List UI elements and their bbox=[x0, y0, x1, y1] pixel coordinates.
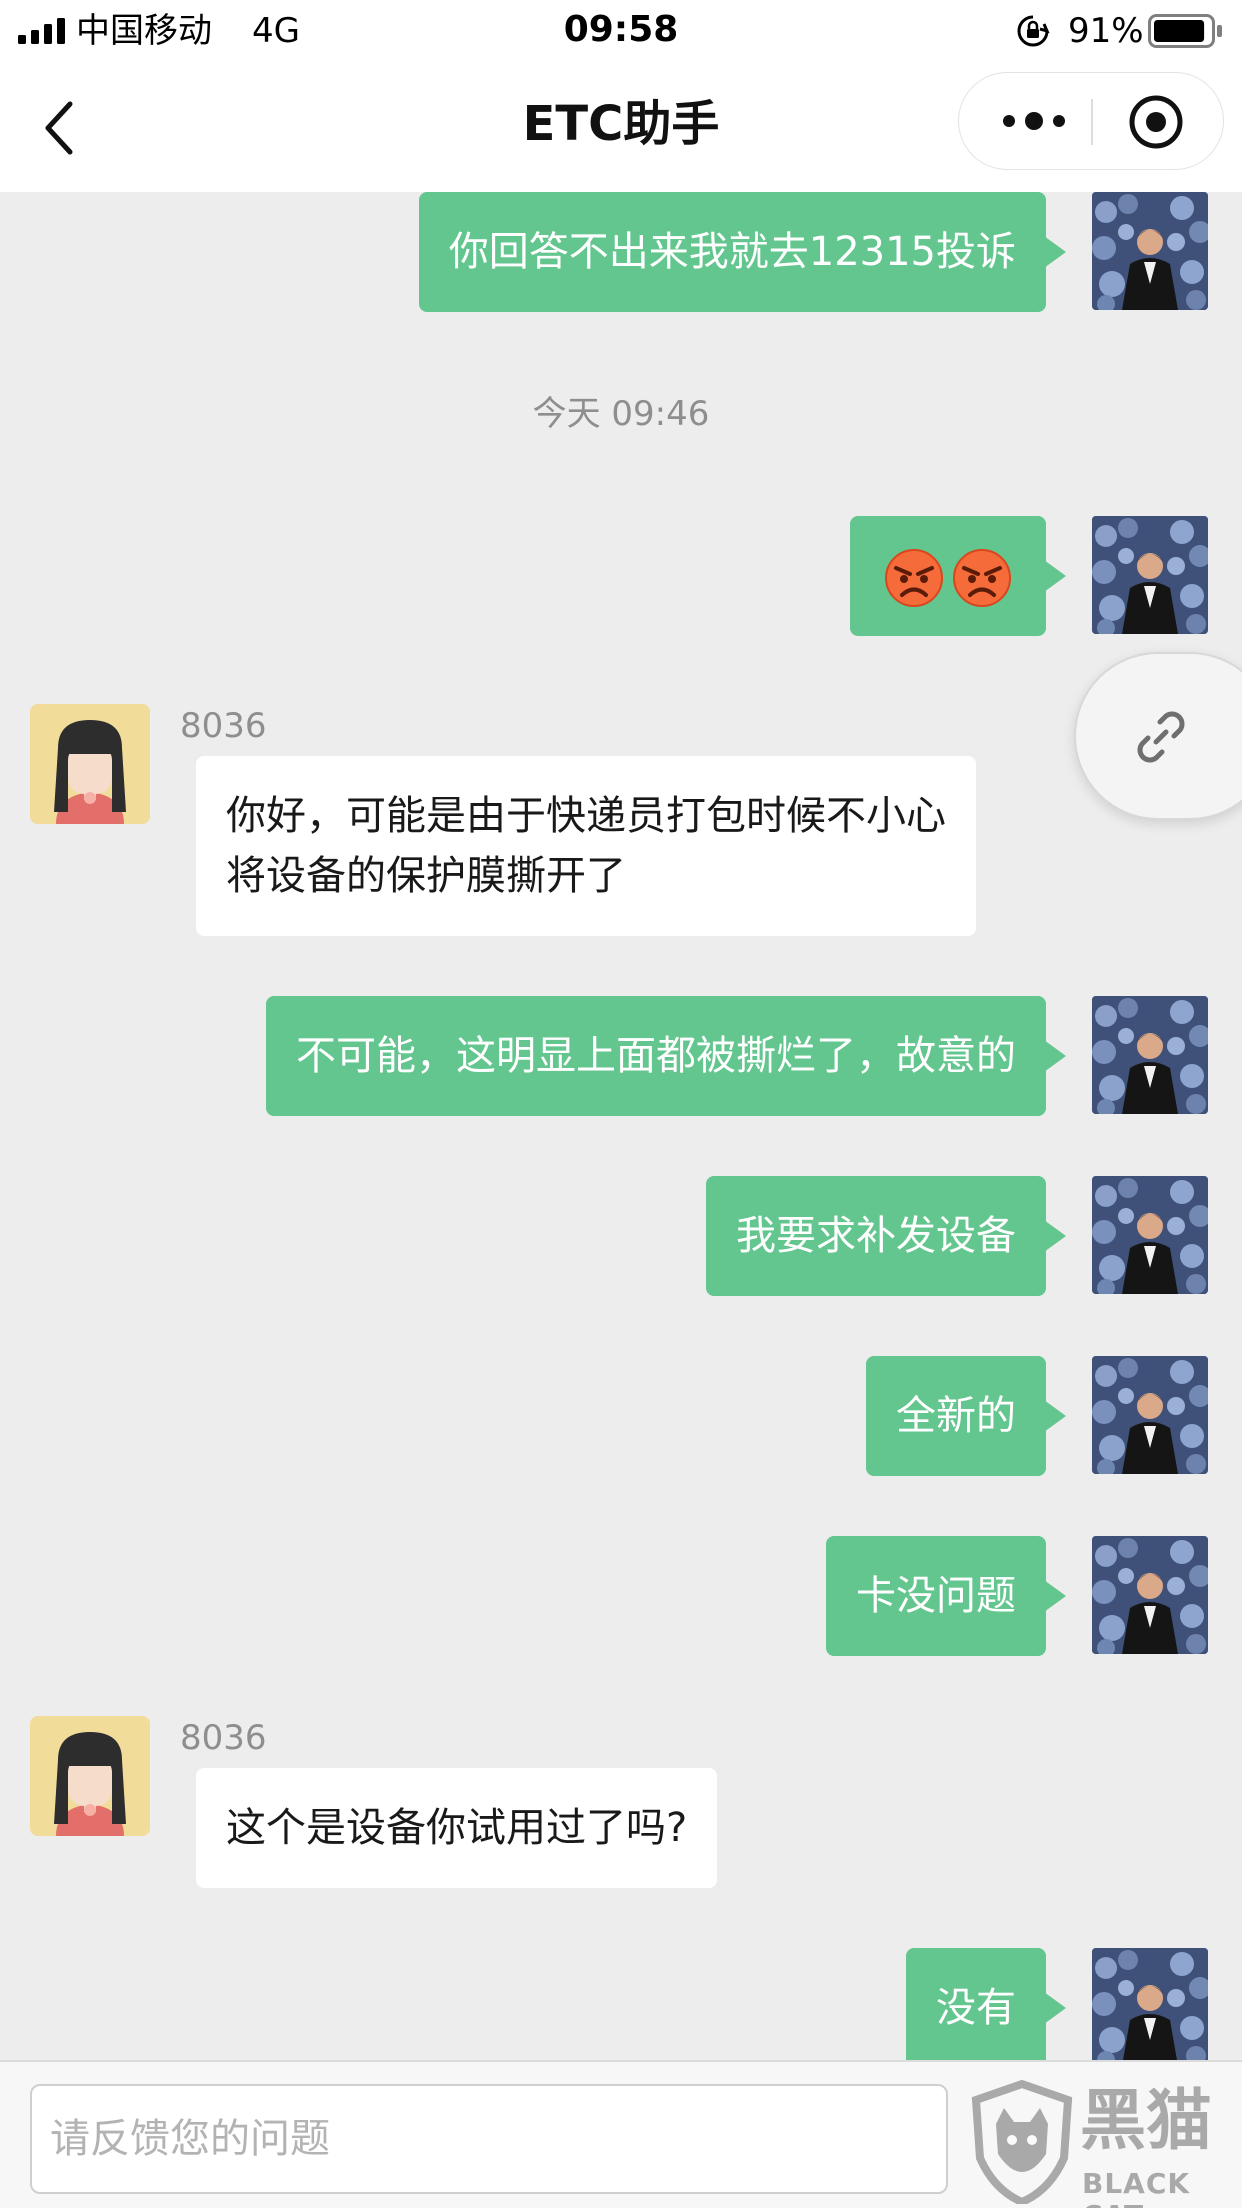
chat-area[interactable]: 你回答不出来我就去12315投诉 今天 09:46 8036 你好，可能是由于快… bbox=[0, 192, 1242, 2060]
watermark-en: BLACK CAT bbox=[1082, 2167, 1191, 2208]
close-target-icon[interactable] bbox=[1127, 93, 1185, 151]
status-time: 09:58 bbox=[563, 9, 679, 50]
link-icon bbox=[1137, 711, 1185, 763]
watermark-cn: 黑猫 bbox=[1080, 2082, 1212, 2159]
navigation-bar: ETC助手 bbox=[0, 62, 1242, 192]
my-avatar[interactable] bbox=[1092, 1948, 1208, 2060]
battery-percent: 91% bbox=[1068, 11, 1144, 51]
more-icon[interactable] bbox=[999, 101, 1069, 141]
my-message-bubble[interactable]: 你回答不出来我就去12315投诉 bbox=[418, 192, 1067, 312]
agent-avatar[interactable] bbox=[30, 1716, 150, 1836]
mini-program-capsule bbox=[958, 72, 1224, 170]
message-line: 将设备的保护膜撕开了 bbox=[226, 853, 626, 899]
my-avatar[interactable] bbox=[1092, 516, 1208, 634]
feedback-input-box[interactable] bbox=[30, 2084, 948, 2194]
message-line: 你好，可能是由于快递员打包时候不小心 bbox=[226, 793, 946, 839]
agent-name: 8036 bbox=[180, 1718, 267, 1758]
my-avatar[interactable] bbox=[1092, 1176, 1208, 1294]
my-message-bubble[interactable]: 卡没问题 bbox=[826, 1536, 1066, 1656]
my-message-bubble[interactable]: 全新的 bbox=[866, 1356, 1066, 1476]
status-bar: 中国移动 4G 09:58 91% bbox=[0, 0, 1242, 62]
my-message-bubble[interactable]: 我要求补发设备 bbox=[706, 1176, 1066, 1296]
angry-face-icon bbox=[952, 548, 1012, 608]
feedback-input[interactable] bbox=[32, 2086, 946, 2192]
my-avatar[interactable] bbox=[1092, 192, 1208, 310]
my-avatar[interactable] bbox=[1092, 996, 1208, 1114]
my-avatar[interactable] bbox=[1092, 1356, 1208, 1474]
capsule-divider bbox=[1091, 99, 1093, 145]
angry-face-icon bbox=[884, 548, 944, 608]
floating-link-button[interactable] bbox=[1074, 652, 1242, 820]
chat-timestamp: 今天 09:46 bbox=[532, 394, 710, 434]
orientation-lock-icon bbox=[1017, 15, 1050, 47]
cat-shield-icon bbox=[971, 2080, 1073, 2204]
agent-avatar[interactable] bbox=[30, 704, 150, 824]
agent-message-bubble[interactable]: 这个是设备你试用过了吗? bbox=[196, 1768, 718, 1888]
my-avatar[interactable] bbox=[1092, 1536, 1208, 1654]
battery-icon bbox=[1148, 14, 1222, 48]
agent-message-bubble[interactable]: 你好，可能是由于快递员打包时候不小心 将设备的保护膜撕开了 bbox=[196, 756, 976, 936]
my-message-bubble[interactable]: 不可能，这明显上面都被撕烂了，故意的 bbox=[266, 996, 1066, 1116]
my-message-bubble[interactable] bbox=[850, 516, 1066, 636]
black-cat-watermark: 黑猫 BLACK CAT bbox=[968, 2080, 1238, 2208]
message-line: 这个是设备你试用过了吗? bbox=[226, 1805, 688, 1851]
my-message-bubble[interactable]: 没有 bbox=[906, 1948, 1066, 2060]
agent-name: 8036 bbox=[180, 706, 267, 746]
